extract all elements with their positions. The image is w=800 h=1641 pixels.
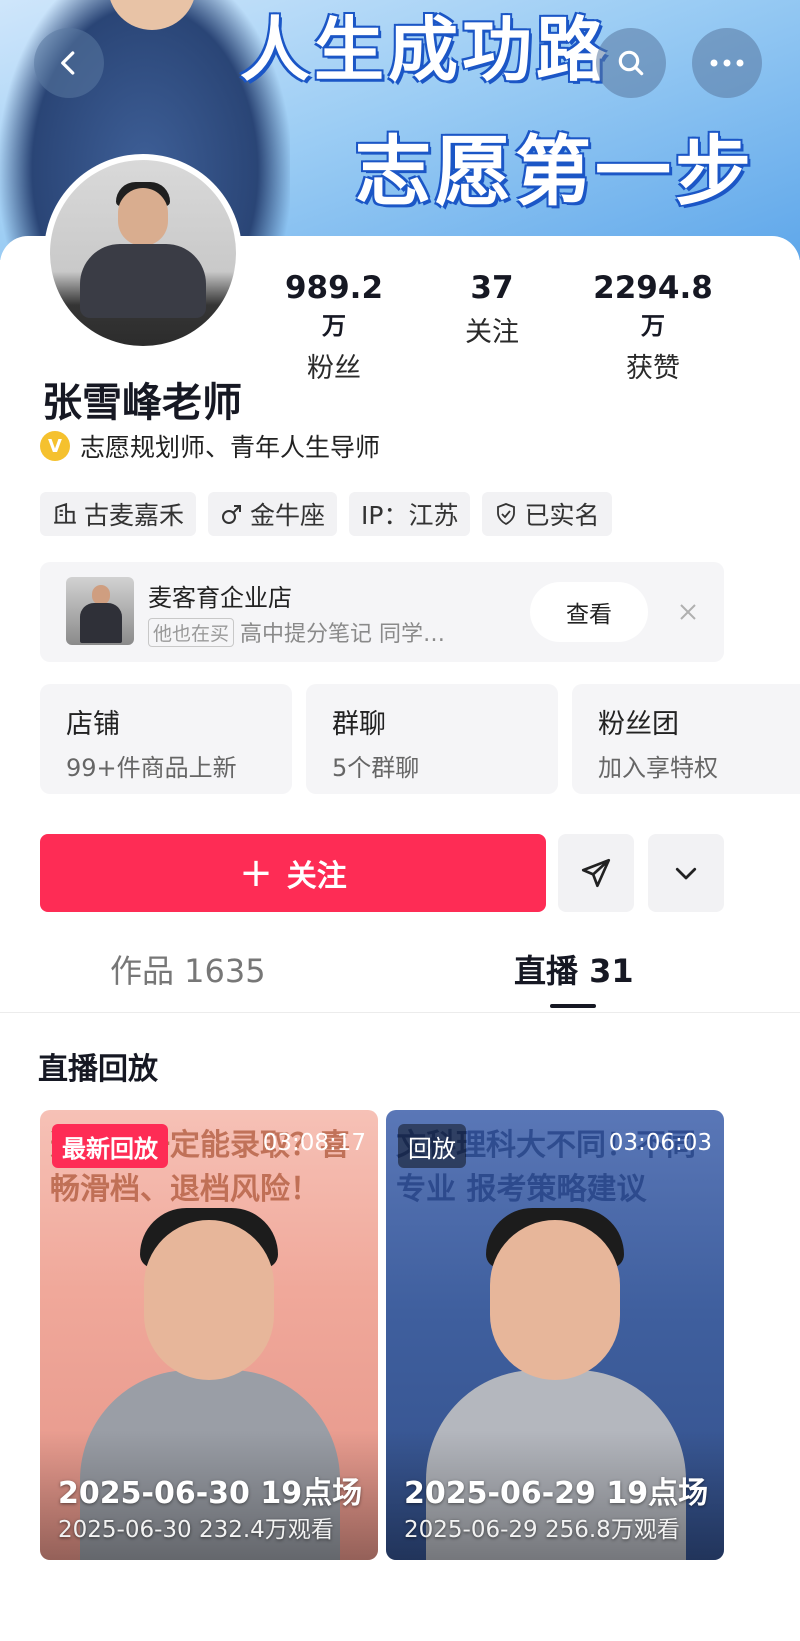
profile-tags: 古麦嘉禾 金牛座 IP：江苏 已实名 xyxy=(40,492,624,536)
stat-likes[interactable]: 2294.8万 获赞 xyxy=(586,270,720,385)
replay-card[interactable]: 选填不一定能录取？喜畅滑档、退档风险！ 最新回放 03:08:17 2025-0… xyxy=(40,1110,378,1560)
stat-followers-value: 989.2万 xyxy=(284,270,384,340)
profile-name: 张雪峰老师 xyxy=(42,380,242,426)
replay-card[interactable]: 文科理科大不同！不同专业 报考策略建议 回放 03:06:03 2025-06-… xyxy=(386,1110,724,1560)
quick-link-store[interactable]: 店铺 99+件商品上新 xyxy=(40,684,292,794)
tag-zodiac[interactable]: 金牛座 xyxy=(208,492,338,536)
chevron-down-icon xyxy=(675,867,697,880)
quick-link-store-title: 店铺 xyxy=(66,709,120,740)
quick-link-store-sub: 99+件商品上新 xyxy=(66,754,237,782)
quick-link-group-chat-sub: 5个群聊 xyxy=(332,754,420,782)
replay-duration: 03:06:03 xyxy=(608,1130,712,1156)
quick-link-fan-club-sub: 加入享特权 xyxy=(598,754,718,782)
tag-verified-label: 已实名 xyxy=(524,501,600,530)
avatar[interactable] xyxy=(44,154,242,352)
send-icon xyxy=(581,858,611,888)
tab-divider xyxy=(0,1012,800,1013)
shop-subtitle-text: 高中提分笔记 同学… xyxy=(240,622,446,647)
stat-followers-label: 粉丝 xyxy=(307,353,361,384)
search-icon xyxy=(618,50,644,76)
stat-followers[interactable]: 989.2万 粉丝 xyxy=(278,270,390,385)
verification-text: 志愿规划师、青年人生导师 xyxy=(80,433,381,462)
tag-zodiac-label: 金牛座 xyxy=(250,501,326,530)
expand-more-button[interactable] xyxy=(648,834,724,912)
shop-subtitle: 他也在买 高中提分笔记 同学… xyxy=(148,616,445,648)
more-dots-icon xyxy=(710,59,744,67)
stat-following-label: 关注 xyxy=(465,317,519,348)
tag-school[interactable]: 古麦嘉禾 xyxy=(40,492,197,536)
active-tab-indicator xyxy=(550,1004,596,1008)
shield-check-icon xyxy=(497,503,516,526)
follow-button-label: 关注 xyxy=(286,859,347,894)
close-shop-button[interactable] xyxy=(668,592,708,632)
verification-row: V 志愿规划师、青年人生导师 xyxy=(40,428,380,464)
plus-icon: + xyxy=(239,850,273,896)
replay-meta: 2025-06-29 256.8万观看 xyxy=(404,1517,680,1543)
replay-badge: 最新回放 xyxy=(52,1124,168,1168)
building-icon xyxy=(54,502,76,524)
view-shop-button[interactable]: 查看 xyxy=(530,582,648,642)
stat-likes-label: 获赞 xyxy=(626,353,680,384)
section-title-live-replay: 直播回放 xyxy=(38,1052,158,1087)
shop-name: 麦客育企业店 xyxy=(148,584,292,612)
replay-title: 2025-06-30 19点场 xyxy=(58,1476,363,1511)
more-button[interactable] xyxy=(692,28,762,98)
replay-badge: 回放 xyxy=(398,1124,466,1168)
banner-line-1: 人生成功路 xyxy=(240,9,610,91)
follow-button[interactable]: + 关注 xyxy=(40,834,546,912)
quick-link-fan-club-title: 粉丝团 xyxy=(598,709,679,740)
shop-thumbnail xyxy=(66,577,134,645)
stat-following-value: 37 xyxy=(470,270,514,306)
close-icon xyxy=(680,604,696,620)
replay-meta: 2025-06-30 232.4万观看 xyxy=(58,1517,334,1543)
quick-link-group-chat[interactable]: 群聊 5个群聊 xyxy=(306,684,558,794)
shop-recommendation[interactable]: 麦客育企业店 他也在买 高中提分笔记 同学… 查看 xyxy=(40,562,724,662)
search-button[interactable] xyxy=(596,28,666,98)
chevron-left-icon xyxy=(61,51,75,75)
male-icon xyxy=(222,505,242,524)
tag-school-label: 古麦嘉禾 xyxy=(84,501,185,530)
stat-likes-value: 2294.8万 xyxy=(593,270,713,340)
tab-works[interactable]: 作品 1635 xyxy=(110,946,266,992)
quick-link-group-chat-title: 群聊 xyxy=(332,709,386,740)
stat-following[interactable]: 37 关注 xyxy=(452,270,532,349)
send-message-button[interactable] xyxy=(558,834,634,912)
verified-badge-icon: V xyxy=(40,431,70,461)
replay-duration: 03:08:17 xyxy=(262,1130,366,1156)
back-button[interactable] xyxy=(34,28,104,98)
quick-link-fan-club[interactable]: 粉丝团 加入享特权 xyxy=(572,684,800,794)
tag-verified[interactable]: 已实名 xyxy=(482,492,612,536)
tab-live[interactable]: 直播 31 xyxy=(514,946,634,992)
tag-ip-label: IP：江苏 xyxy=(361,501,459,530)
replay-title: 2025-06-29 19点场 xyxy=(404,1476,709,1511)
also-buying-pill: 他也在买 xyxy=(148,617,235,647)
tag-ip: IP：江苏 xyxy=(349,492,471,536)
banner-line-2: 志愿第一步 xyxy=(355,127,755,216)
